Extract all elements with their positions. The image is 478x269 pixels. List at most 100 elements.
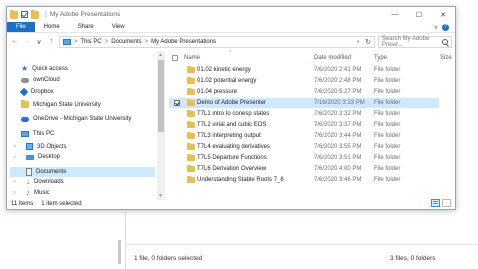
- column-type[interactable]: Type: [374, 55, 387, 61]
- navigation-scrollbar[interactable]: ▲ ▼: [157, 51, 165, 200]
- folder-icon: [187, 154, 195, 161]
- file-name[interactable]: 01.02 potential energy: [197, 78, 256, 84]
- downloads-icon: ↓: [26, 177, 30, 186]
- scrollbar-thumb[interactable]: [158, 60, 164, 132]
- background-scrollbar[interactable]: [118, 240, 121, 264]
- tab-home[interactable]: Home: [35, 22, 69, 32]
- folder-icon: [187, 121, 195, 128]
- nav-item-label: Music: [34, 189, 50, 196]
- folder-icon: [187, 110, 195, 117]
- expand-icon[interactable]: >: [13, 179, 16, 185]
- table-row[interactable]: T7L6 Derivation Overview 7/6/2020 4:00 PM…: [169, 164, 439, 174]
- file-name[interactable]: T7L5 Departure Functions: [197, 155, 267, 161]
- file-name[interactable]: T7L1 intro to conesp states: [197, 111, 269, 117]
- select-all-checkbox[interactable]: [172, 55, 178, 61]
- nav-item-quick-access[interactable]: ★ Quick access: [21, 65, 68, 73]
- nav-item-3d-objects[interactable]: 3D Objects: [26, 143, 67, 150]
- nav-item-documents[interactable]: Documents: [10, 167, 155, 177]
- new-folder-icon[interactable]: [31, 9, 39, 19]
- table-row[interactable]: 01.02 potential energy 7/6/2020 2:48 PM Fi…: [169, 76, 439, 86]
- forward-button[interactable]: →: [22, 38, 31, 45]
- file-type: File folder: [374, 133, 401, 139]
- folder-icon: [187, 165, 195, 172]
- refresh-icon[interactable]: ↻: [365, 38, 371, 46]
- table-row[interactable]: 01.04 pressure 7/6/2020 5:27 PM File folde…: [169, 87, 439, 97]
- file-date: 7/6/2020 4:00 PM: [314, 166, 362, 172]
- file-list: Name ^ Date modified Type Size 01.02 kin…: [169, 50, 455, 200]
- title-bar[interactable]: | My Adobe Presentations — ☐ ✕: [7, 7, 455, 22]
- properties-icon[interactable]: [21, 11, 28, 18]
- table-row[interactable]: T7L4 evaluating derivatives 7/6/2020 3:55…: [169, 142, 439, 152]
- table-row[interactable]: T7L2 virial and cubic EOS 7/6/2020 3:37 P…: [169, 120, 439, 130]
- file-name[interactable]: Understanding Stable Roots 7_6: [197, 177, 284, 183]
- tab-share[interactable]: Share: [69, 22, 103, 32]
- music-icon: ♪: [26, 188, 30, 197]
- file-date: 7/16/2020 3:33 PM: [314, 100, 365, 106]
- minimize-button[interactable]: —: [383, 7, 407, 22]
- address-dropdown-icon[interactable]: ∨: [356, 39, 360, 45]
- this-pc-icon: [62, 38, 71, 45]
- large-icons-view-button[interactable]: [442, 199, 451, 207]
- file-type: File folder: [374, 111, 401, 117]
- nav-item-onedrive[interactable]: OneDrive - Michigan State University: [21, 116, 131, 122]
- table-row[interactable]: Demo of Adobe Presenter 7/16/2020 3:33 PM…: [169, 98, 439, 108]
- file-explorer-window: | My Adobe Presentations — ☐ ✕ File Home…: [6, 6, 456, 210]
- recent-locations-button[interactable]: ∨: [34, 38, 43, 46]
- back-button[interactable]: ←: [10, 38, 19, 45]
- nav-item-downloads[interactable]: ↓ Downloads: [26, 177, 64, 186]
- breadcrumb-documents[interactable]: Documents: [111, 39, 141, 45]
- file-date: 7/6/2020 5:27 PM: [314, 89, 362, 95]
- expand-icon[interactable]: >: [13, 155, 16, 161]
- file-name[interactable]: Demo of Adobe Presenter: [197, 100, 266, 106]
- file-name[interactable]: T7L4 evaluating derivatives: [197, 144, 270, 150]
- scroll-up-icon[interactable]: ▲: [158, 52, 163, 58]
- breadcrumb-separator[interactable]: >: [145, 39, 149, 45]
- expand-icon[interactable]: >: [13, 144, 16, 150]
- address-bar[interactable]: > This PC > Documents > My Adobe Present…: [58, 35, 375, 48]
- table-row[interactable]: T7L3 interpreting output 7/6/2020 3:44 PM…: [169, 131, 439, 141]
- table-row[interactable]: T7L5 Departure Functions 7/6/2020 3:51 PM…: [169, 153, 439, 163]
- view-buttons: [431, 199, 451, 207]
- tab-view[interactable]: View: [103, 22, 134, 32]
- file-name[interactable]: 01.02 kinetic energy: [197, 67, 251, 73]
- nav-item-label: Quick access: [32, 65, 68, 72]
- nav-item-music[interactable]: ♪ Music: [26, 188, 50, 197]
- file-name[interactable]: T7L3 interpreting output: [197, 133, 261, 139]
- column-date-modified[interactable]: Date modified: [314, 55, 351, 61]
- tab-file[interactable]: File: [7, 22, 35, 32]
- help-icon[interactable]: ?: [442, 23, 449, 31]
- background-status-right: 3 files, 0 folders: [390, 255, 436, 262]
- nav-item-owncloud[interactable]: ownCloud: [21, 77, 60, 83]
- 3d-objects-icon: [26, 143, 33, 150]
- table-row[interactable]: 01.02 kinetic energy 7/6/2020 2:41 PM File…: [169, 65, 439, 75]
- close-button[interactable]: ✕: [431, 7, 455, 22]
- file-type: File folder: [374, 100, 401, 106]
- column-size[interactable]: Size: [440, 55, 452, 61]
- breadcrumb-separator[interactable]: >: [105, 39, 109, 45]
- breadcrumb-this-pc[interactable]: This PC: [80, 39, 101, 45]
- row-checkbox[interactable]: [174, 100, 180, 106]
- file-name[interactable]: 01.04 pressure: [197, 89, 237, 95]
- pc-icon: [21, 131, 29, 137]
- expand-icon[interactable]: >: [13, 190, 16, 196]
- file-name[interactable]: T7L2 virial and cubic EOS: [197, 122, 266, 128]
- search-placeholder: Search My Adobe Prese...: [381, 35, 430, 48]
- ribbon-collapse-icon[interactable]: ∨: [434, 24, 438, 31]
- column-name[interactable]: Name: [184, 55, 200, 61]
- breadcrumb-current[interactable]: My Adobe Presentations: [151, 39, 216, 45]
- file-name[interactable]: T7L6 Derivation Overview: [197, 166, 266, 172]
- nav-item-michigan-state[interactable]: Michigan State University: [21, 100, 101, 108]
- table-row[interactable]: Understanding Stable Roots 7_6 7/6/2020 3…: [169, 175, 439, 185]
- table-row[interactable]: T7L1 intro to conesp states 7/6/2020 3:32…: [169, 109, 439, 119]
- nav-item-this-pc[interactable]: This PC: [21, 131, 54, 137]
- nav-item-desktop[interactable]: Desktop: [26, 154, 60, 160]
- up-button[interactable]: ↑: [47, 38, 56, 45]
- details-view-button[interactable]: [431, 199, 440, 207]
- nav-item-label: Desktop: [38, 154, 61, 160]
- folder-icon: [187, 77, 195, 84]
- maximize-button[interactable]: ☐: [407, 7, 431, 22]
- nav-item-dropbox[interactable]: Dropbox: [19, 87, 54, 97]
- file-date: 7/6/2020 2:48 PM: [314, 78, 362, 84]
- search-input[interactable]: Search My Adobe Prese...: [377, 35, 452, 48]
- breadcrumb-separator[interactable]: >: [74, 39, 78, 45]
